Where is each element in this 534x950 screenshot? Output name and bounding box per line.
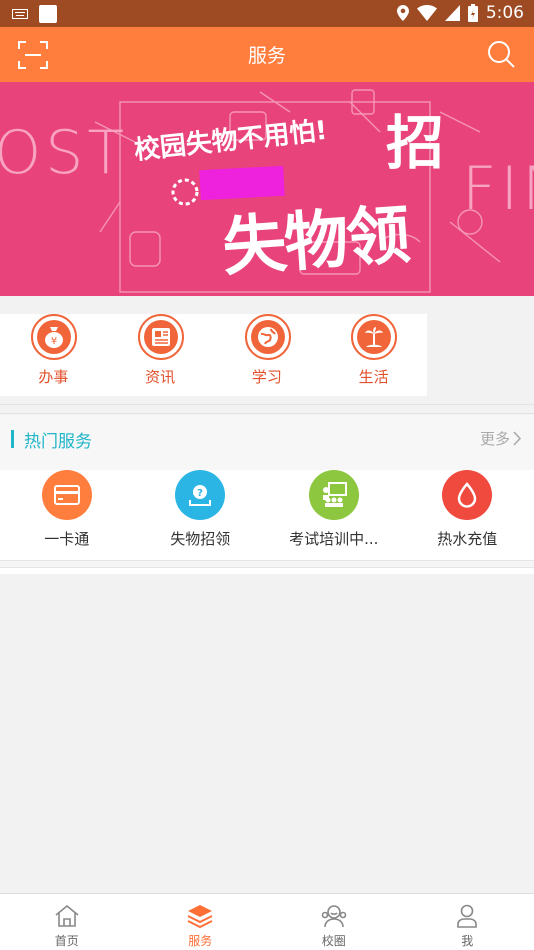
app-bar: 服务 — [0, 27, 534, 82]
chevron-right-icon — [513, 431, 522, 446]
user-icon — [457, 904, 478, 928]
service-campus-card[interactable]: 一卡通 — [0, 470, 134, 560]
service-label: 一卡通 — [44, 530, 90, 548]
service-hot-water-topup[interactable]: 热水充值 — [401, 470, 534, 560]
banner-bg-text-left: OST — [0, 118, 128, 188]
nav-home[interactable]: 首页 — [0, 894, 134, 950]
category-label: 学习 — [251, 368, 282, 386]
hot-services-title: 热门服务 — [24, 432, 92, 452]
home-icon — [55, 904, 79, 927]
hot-services-row: 一卡通 ? 失物招领 考试培训中... 热水充值 — [0, 470, 534, 560]
category-label: 办事 — [38, 368, 69, 386]
banner-bg-text-right: FIN — [462, 154, 534, 224]
section-accent-bar — [11, 430, 14, 448]
hot-services-header: 热门服务 更多 — [0, 415, 534, 470]
page-title: 服务 — [247, 45, 286, 67]
money-bag-icon: ¥ — [31, 314, 77, 360]
nav-me[interactable]: 我 — [401, 894, 534, 950]
service-exam-training[interactable]: 考试培训中... — [267, 470, 401, 560]
section-divider — [0, 560, 534, 568]
category-label: 资讯 — [145, 368, 176, 386]
more-link[interactable]: 更多 — [480, 428, 522, 449]
category-row: ¥ 办事 资讯 学习 生活 — [0, 314, 427, 396]
news-icon — [137, 314, 184, 360]
classroom-icon — [308, 470, 359, 520]
nav-label: 我 — [461, 934, 474, 948]
banner-big-text: 失物领 — [220, 198, 411, 286]
nav-label: 首页 — [54, 934, 79, 948]
category-banshi[interactable]: ¥ 办事 — [0, 314, 107, 396]
banner-big-zhao: 招 — [386, 109, 445, 177]
svg-text:?: ? — [197, 488, 203, 499]
battery-icon — [467, 4, 478, 22]
more-label: 更多 — [479, 430, 510, 448]
nav-label: 服务 — [188, 934, 213, 948]
category-shenghuo[interactable]: 生活 — [320, 314, 427, 396]
wifi-icon — [416, 5, 437, 21]
community-icon — [321, 905, 347, 928]
status-time: 5:06 — [485, 3, 524, 23]
notification-square-icon — [39, 5, 57, 23]
svg-text:¥: ¥ — [51, 336, 57, 347]
category-xuexi[interactable]: 学习 — [214, 314, 321, 396]
section-divider — [0, 404, 534, 414]
service-label: 考试培训中... — [289, 530, 379, 548]
category-zixun[interactable]: 资讯 — [107, 314, 214, 396]
lost-found-icon: ? — [175, 470, 226, 520]
nav-campus-circle[interactable]: 校圈 — [267, 894, 401, 950]
empty-strip — [0, 568, 534, 574]
card-icon — [41, 470, 92, 520]
layers-icon — [187, 905, 213, 929]
water-drop-icon — [442, 470, 493, 520]
bottom-nav: 首页 服务 校圈 我 — [0, 893, 534, 950]
nav-services[interactable]: 服务 — [134, 894, 268, 950]
category-label: 生活 — [358, 368, 389, 386]
location-icon — [396, 5, 409, 21]
service-label: 失物招领 — [170, 530, 231, 548]
keyboard-icon — [12, 9, 28, 19]
signal-icon — [444, 5, 460, 21]
palm-tree-icon — [351, 314, 398, 360]
globe-icon — [244, 314, 291, 360]
lost-found-banner[interactable]: OST FIN 校园失物不用怕! 招 失物领 — [0, 82, 534, 296]
status-bar: 5:06 — [0, 0, 534, 27]
service-lost-found[interactable]: ? 失物招领 — [134, 470, 268, 560]
service-label: 热水充值 — [437, 530, 498, 548]
search-icon[interactable] — [486, 39, 516, 69]
nav-label: 校圈 — [321, 934, 346, 948]
